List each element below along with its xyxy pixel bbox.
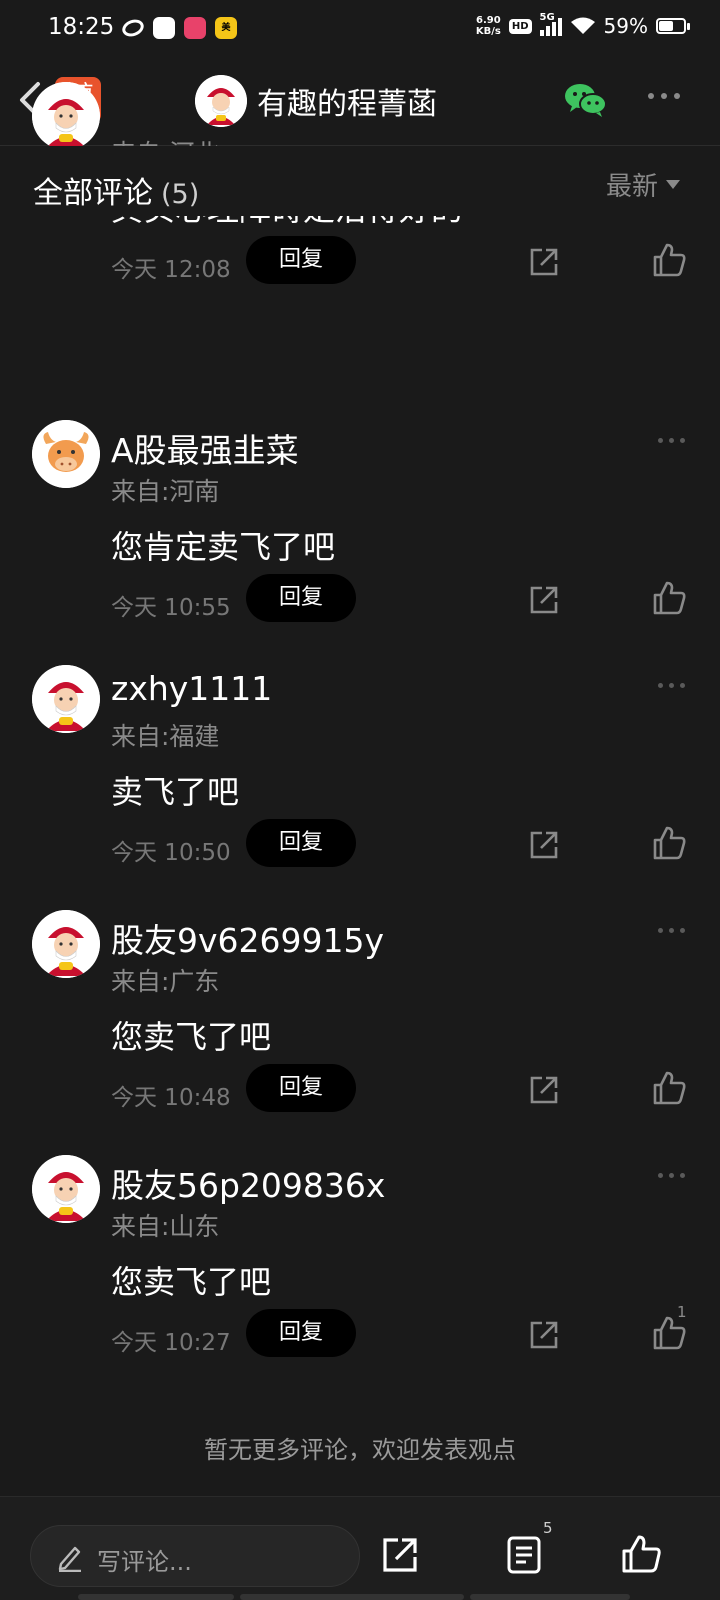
comment-location: 来自:山东 — [111, 1212, 220, 1241]
share-icon[interactable] — [380, 1535, 420, 1575]
comments-title: 全部评论 — [33, 176, 153, 211]
comment-username[interactable]: zxhy1111 — [111, 669, 272, 708]
reply-button[interactable]: 回复 — [246, 1309, 356, 1357]
share-icon[interactable] — [528, 246, 560, 278]
user-avatar[interactable] — [32, 910, 100, 978]
thumbs-up-icon[interactable] — [652, 825, 686, 861]
reply-button[interactable]: 回复 — [246, 236, 356, 284]
fortune-god-icon — [32, 82, 100, 150]
fortune-god-icon — [32, 665, 100, 733]
thumbs-up-icon[interactable] — [652, 580, 686, 616]
comment-more-icon[interactable] — [658, 928, 685, 933]
comment-content[interactable]: 您卖飞了吧 — [111, 1012, 271, 1058]
fortune-god-icon — [32, 1155, 100, 1223]
comment-username[interactable]: 股友56p209836x — [111, 1159, 385, 1207]
thumbs-up-icon[interactable] — [620, 1533, 662, 1575]
comment-location: 来自:福建 — [111, 722, 220, 751]
comment-time: 今天 10:50 — [111, 840, 231, 866]
comment-list: 来自:河北其实心理障碍是治得好的今天 12:08回复A股最强韭菜来自:河南您肯定… — [0, 0, 720, 1510]
comment-username[interactable]: A股最强韭菜 — [111, 424, 299, 472]
user-avatar[interactable] — [32, 665, 100, 733]
comment-item: 股友56p209836x 来自:山东您卖飞了吧今天 10:27 回复 1 — [0, 1155, 720, 1395]
fortune-god-icon — [32, 910, 100, 978]
comment-item: 股友9v6269915y 来自:广东您卖飞了吧今天 10:48 回复 — [0, 910, 720, 1150]
thumbs-up-icon[interactable] — [652, 242, 686, 278]
comment-location: 来自:河南 — [111, 477, 220, 506]
sort-dropdown[interactable]: 最新 — [606, 166, 681, 203]
pen-icon — [58, 1546, 81, 1572]
reply-button[interactable]: 回复 — [246, 819, 356, 867]
comment-location: 来自:广东 — [111, 967, 220, 996]
comment-username[interactable]: 股友9v6269915y — [111, 914, 384, 962]
thumbs-up-icon[interactable] — [652, 1070, 686, 1106]
comment-more-icon[interactable] — [658, 1173, 685, 1178]
comments-count-badge: 5 — [543, 1519, 553, 1537]
comment-input-placeholder: 写评论... — [97, 1548, 192, 1576]
user-avatar[interactable] — [32, 82, 100, 150]
comment-time: 今天 10:27 — [111, 1330, 231, 1356]
comment-content[interactable]: 您肯定卖飞了吧 — [111, 522, 335, 568]
like-count: 1 — [677, 1303, 687, 1321]
comment-content[interactable]: 卖飞了吧 — [111, 767, 239, 813]
comment-time: 今天 10:55 — [111, 595, 231, 621]
comment-content[interactable]: 您卖飞了吧 — [111, 1257, 271, 1303]
comments-list-icon[interactable] — [506, 1535, 542, 1575]
reply-button[interactable]: 回复 — [246, 574, 356, 622]
share-icon[interactable] — [528, 1074, 560, 1106]
bottom-bar: 写评论... 5 — [0, 1496, 720, 1600]
share-icon[interactable] — [528, 584, 560, 616]
comment-more-icon[interactable] — [658, 438, 685, 443]
comments-header: 全部评论 (5) 最新 — [0, 146, 720, 216]
share-icon[interactable] — [528, 1319, 560, 1351]
no-more-comments: 暂无更多评论，欢迎发表观点 — [204, 1436, 516, 1464]
user-avatar[interactable] — [32, 420, 100, 488]
reply-button[interactable]: 回复 — [246, 1064, 356, 1112]
comments-count: (5) — [161, 179, 200, 210]
comment-input[interactable]: 写评论... — [30, 1525, 360, 1587]
comment-more-icon[interactable] — [658, 683, 685, 688]
comment-item: A股最强韭菜来自:河南您肯定卖飞了吧今天 10:55 回复 — [0, 420, 720, 660]
comment-item: zxhy1111 来自:福建卖飞了吧今天 10:50 回复 — [0, 665, 720, 905]
sort-label: 最新 — [606, 172, 659, 202]
ox-icon — [32, 420, 100, 488]
comment-time: 今天 12:08 — [111, 257, 231, 283]
comment-time: 今天 10:48 — [111, 1085, 231, 1111]
share-icon[interactable] — [528, 829, 560, 861]
caret-down-icon — [666, 180, 681, 189]
nav-gesture-bar — [78, 1594, 642, 1600]
user-avatar[interactable] — [32, 1155, 100, 1223]
